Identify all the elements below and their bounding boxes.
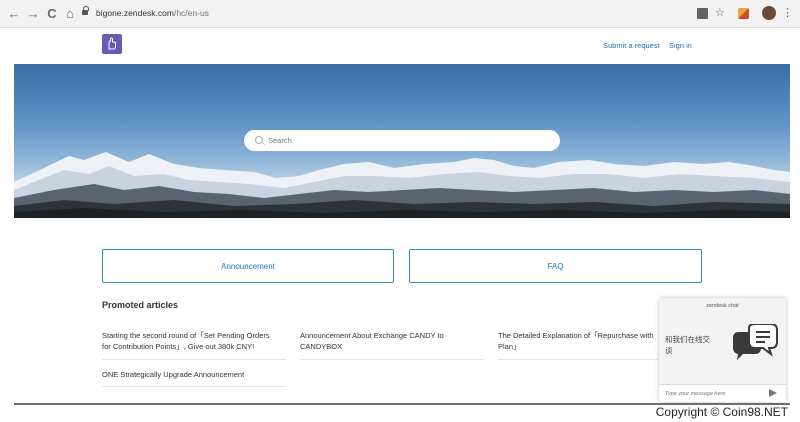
article-title-line: Plan」 [498,342,521,351]
page: ← → C ⌂ bigone.zendesk.com/hc/en-us ☆ ⋮ … [0,0,800,422]
article-link[interactable]: ONE Strategically Upgrade Announcement [102,369,286,387]
home-button[interactable]: ⌂ [62,6,78,22]
article-title-line: The Detailed Explanation of「Repurchase w… [498,331,654,340]
forward-button[interactable]: → [25,6,41,22]
url-path: /hc/en-us [173,8,209,18]
article-link[interactable]: The Detailed Explanation of「Repurchase w… [498,330,658,360]
chat-header: zendesk chat [706,303,739,309]
hand-icon [108,37,116,50]
back-button[interactable]: ← [6,6,22,22]
chat-message-input[interactable] [665,388,761,400]
article-title-line: Announcement About Exchange CANDY to [300,331,444,340]
category-faq[interactable]: FAQ [409,249,702,283]
chat-input-row [659,384,786,402]
site-logo[interactable] [102,34,122,54]
promoted-articles-title: Promoted articles [102,300,179,310]
profile-avatar[interactable] [762,6,776,20]
article-title-line: ONE Strategically Upgrade Announcement [102,370,245,379]
site-header: Submit a request Sign in [0,28,800,64]
hero-banner [14,64,790,218]
chat-bubbles-icon [733,324,778,360]
sign-in-link[interactable]: Sign in [669,41,692,50]
reload-button[interactable]: C [44,6,60,22]
article-title-line: for Contribution Points」, Give out 380k … [102,342,255,351]
article-link[interactable]: Announcement About Exchange CANDY to CAN… [300,330,484,360]
bookmark-star-icon[interactable]: ☆ [715,8,726,19]
translate-icon[interactable] [697,8,708,19]
article-title-line: Starting the second round of「Set Pending… [102,331,270,340]
search-input[interactable] [268,130,548,151]
article-link[interactable]: Starting the second round of「Set Pending… [102,330,286,360]
lock-icon [82,6,89,16]
search-box[interactable] [244,130,560,151]
submit-request-link[interactable]: Submit a request [603,41,660,50]
extension-icon[interactable] [738,8,749,19]
browser-menu-icon[interactable]: ⋮ [782,8,793,19]
category-announcement[interactable]: Announcement [102,249,394,283]
send-icon[interactable] [769,389,777,397]
address-bar[interactable]: bigone.zendesk.com/hc/en-us [96,8,209,18]
chat-greeting-line: 谈 [665,346,673,355]
article-title-line: CANDYBOX [300,342,343,351]
url-domain: bigone.zendesk.com [96,8,174,18]
chat-widget[interactable]: zendesk chat 和我们在线交 谈 [659,298,786,402]
chat-greeting-line: 和我们在线交 [665,335,710,344]
chat-greeting: 和我们在线交 谈 [665,334,731,356]
browser-toolbar: ← → C ⌂ bigone.zendesk.com/hc/en-us ☆ ⋮ [0,0,800,28]
search-icon [255,136,263,144]
copyright-watermark: Copyright © Coin98.NET [655,405,788,419]
